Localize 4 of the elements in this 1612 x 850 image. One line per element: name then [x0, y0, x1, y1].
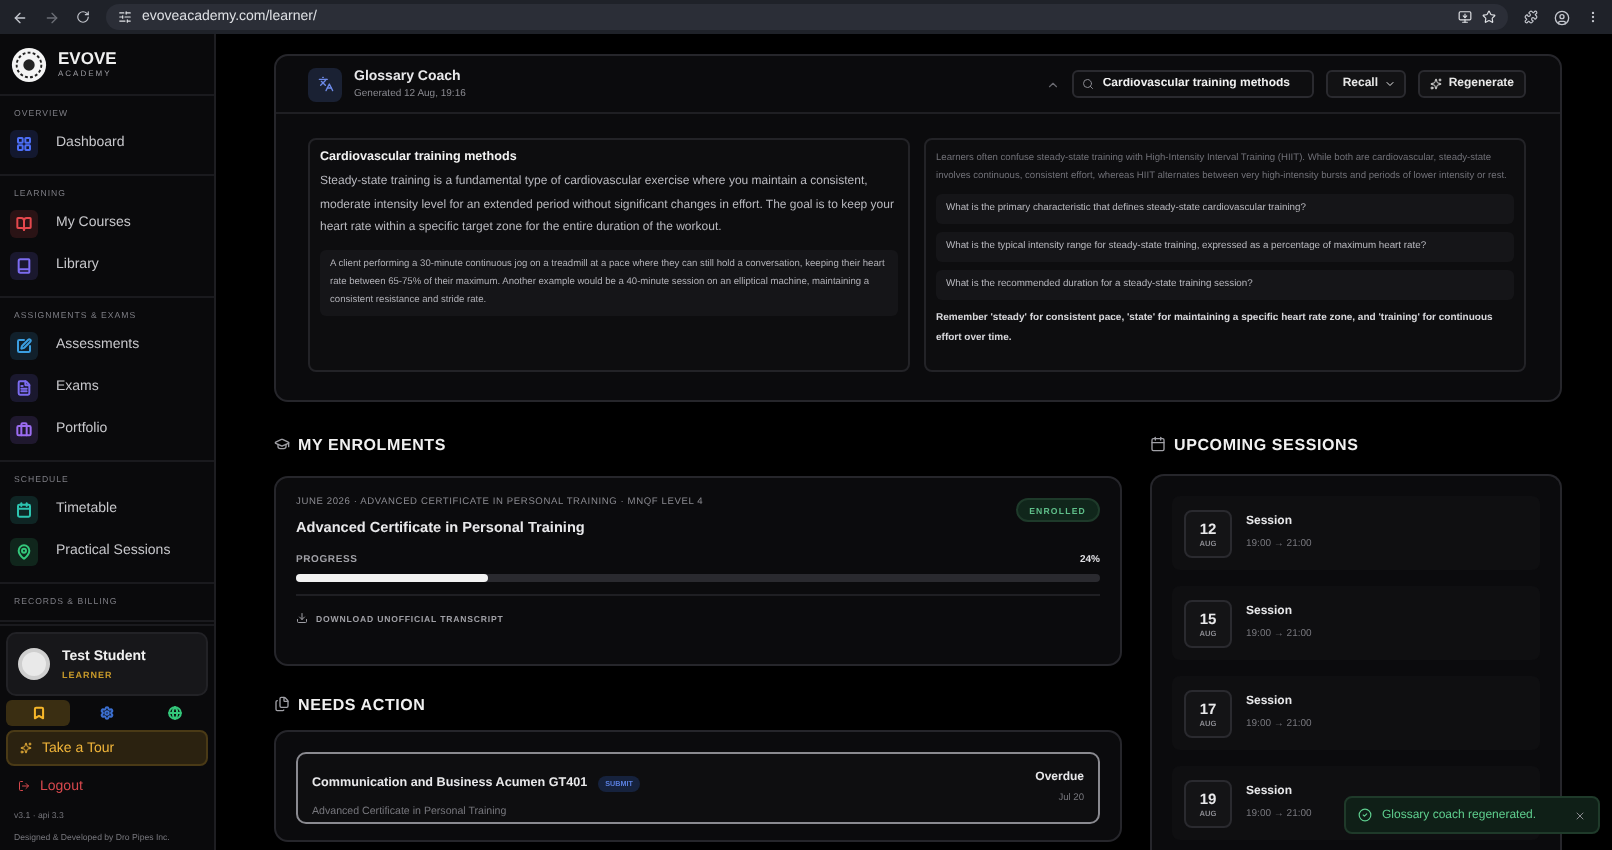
section-heading: UPCOMING SESSIONS [1174, 435, 1359, 453]
section-heading: MY ENROLMENTS [298, 435, 446, 453]
section-heading: NEEDS ACTION [298, 695, 426, 713]
brand-name: EVOVE [58, 49, 117, 67]
